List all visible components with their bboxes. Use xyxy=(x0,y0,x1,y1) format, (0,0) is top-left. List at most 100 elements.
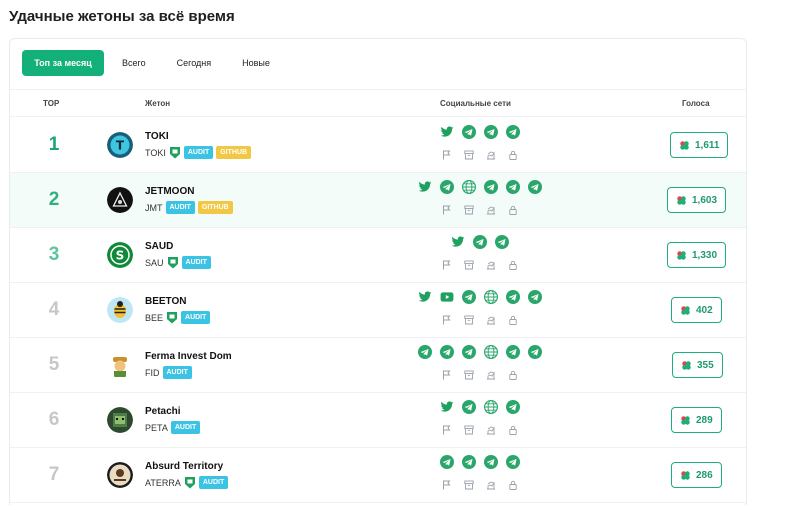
archive-icon[interactable] xyxy=(464,205,474,215)
telegram-icon[interactable] xyxy=(506,455,520,469)
archive-icon[interactable] xyxy=(464,480,474,490)
vote-button[interactable]: 1,330 xyxy=(667,242,727,268)
archive-icon[interactable] xyxy=(464,315,474,325)
archive-icon[interactable] xyxy=(464,425,474,435)
token-name[interactable]: Absurd Territory xyxy=(145,461,223,472)
lock-icon[interactable] xyxy=(508,425,518,435)
telegram-icon[interactable] xyxy=(418,345,432,359)
tab-top-month[interactable]: Топ за месяц xyxy=(22,50,104,76)
flag-icon[interactable] xyxy=(442,480,452,490)
globe-icon[interactable] xyxy=(484,345,498,359)
petachi-logo[interactable] xyxy=(107,407,133,433)
github-badge[interactable]: GITHUB xyxy=(216,146,252,159)
audit-badge[interactable]: AUDIT xyxy=(170,421,201,434)
token-name[interactable]: Petachi xyxy=(145,406,181,417)
globe-icon[interactable] xyxy=(462,180,476,194)
vote-button[interactable]: 1,603 xyxy=(667,187,727,213)
token-name[interactable]: JETMOON xyxy=(145,186,194,197)
saud-logo[interactable]: S xyxy=(107,242,133,268)
lock-icon[interactable] xyxy=(508,480,518,490)
archive-icon[interactable] xyxy=(464,370,474,380)
lock-icon[interactable] xyxy=(508,315,518,325)
telegram-icon[interactable] xyxy=(462,290,476,304)
telegram-icon[interactable] xyxy=(528,345,542,359)
telegram-icon[interactable] xyxy=(528,290,542,304)
flag-icon[interactable] xyxy=(442,150,452,160)
ferma-logo[interactable] xyxy=(107,352,133,378)
github-badge[interactable]: GITHUB xyxy=(197,201,233,214)
telegram-icon[interactable] xyxy=(462,345,476,359)
vote-button[interactable]: 286 xyxy=(671,462,722,488)
flag-icon[interactable] xyxy=(442,425,452,435)
chart-icon[interactable] xyxy=(486,425,496,435)
table-row[interactable]: 3 S SAUD SAU AUDIT 1,330 xyxy=(10,228,746,283)
twitter-icon[interactable] xyxy=(418,290,432,304)
telegram-icon[interactable] xyxy=(440,180,454,194)
lock-icon[interactable] xyxy=(508,150,518,160)
chart-icon[interactable] xyxy=(486,370,496,380)
token-name[interactable]: Ferma Invest Dom xyxy=(145,351,232,362)
telegram-icon[interactable] xyxy=(506,400,520,414)
telegram-icon[interactable] xyxy=(440,345,454,359)
globe-icon[interactable] xyxy=(484,400,498,414)
table-row[interactable]: 5 Ferma Invest Dom FID AUDIT 355 xyxy=(10,338,746,393)
archive-icon[interactable] xyxy=(464,260,474,270)
tab-today[interactable]: Сегодня xyxy=(164,50,225,76)
audit-badge[interactable]: AUDIT xyxy=(181,256,211,269)
audit-badge[interactable]: AUDIT xyxy=(183,146,214,159)
audit-badge[interactable]: AUDIT xyxy=(181,311,211,324)
twitter-icon[interactable] xyxy=(418,180,432,194)
twitter-icon[interactable] xyxy=(440,400,454,414)
jetmoon-logo[interactable] xyxy=(107,187,133,213)
archive-icon[interactable] xyxy=(464,150,474,160)
audit-badge[interactable]: AUDIT xyxy=(162,366,192,379)
flag-icon[interactable] xyxy=(442,205,452,215)
telegram-icon[interactable] xyxy=(506,125,520,139)
telegram-icon[interactable] xyxy=(440,455,454,469)
table-row[interactable]: 2 JETMOON JMT AUDIT GITHUB 1,603 xyxy=(10,173,746,228)
telegram-icon[interactable] xyxy=(462,455,476,469)
tab-all[interactable]: Всего xyxy=(109,50,159,76)
tab-new[interactable]: Новые xyxy=(229,50,283,76)
telegram-icon[interactable] xyxy=(506,180,520,194)
table-row[interactable]: 1 T TOKI TOKI AUDIT GITHUB 1,611 xyxy=(10,118,746,173)
telegram-icon[interactable] xyxy=(484,125,498,139)
flag-icon[interactable] xyxy=(442,370,452,380)
audit-badge[interactable]: AUDIT xyxy=(165,201,195,214)
beeton-logo[interactable] xyxy=(107,297,133,323)
chart-icon[interactable] xyxy=(486,150,496,160)
telegram-icon[interactable] xyxy=(484,455,498,469)
absurd-logo[interactable] xyxy=(107,462,133,488)
table-row[interactable]: 7 Absurd Territory ATERRA AUDIT 286 xyxy=(10,448,746,503)
lock-icon[interactable] xyxy=(508,260,518,270)
telegram-icon[interactable] xyxy=(495,235,509,249)
audit-badge[interactable]: AUDIT xyxy=(198,476,229,489)
toki-logo[interactable]: T xyxy=(107,132,133,158)
lock-icon[interactable] xyxy=(508,370,518,380)
vote-button[interactable]: 402 xyxy=(671,297,722,323)
telegram-icon[interactable] xyxy=(462,125,476,139)
vote-button[interactable]: 289 xyxy=(671,407,722,433)
chart-icon[interactable] xyxy=(486,205,496,215)
twitter-icon[interactable] xyxy=(440,125,454,139)
table-row[interactable]: 6 Petachi PETA AUDIT 289 xyxy=(10,393,746,448)
globe-icon[interactable] xyxy=(484,290,498,304)
telegram-icon[interactable] xyxy=(506,290,520,304)
chart-icon[interactable] xyxy=(486,315,496,325)
telegram-icon[interactable] xyxy=(484,180,498,194)
token-name[interactable]: BEETON xyxy=(145,296,187,307)
flag-icon[interactable] xyxy=(442,315,452,325)
telegram-icon[interactable] xyxy=(528,180,542,194)
token-name[interactable]: SAUD xyxy=(145,241,173,252)
telegram-icon[interactable] xyxy=(473,235,487,249)
vote-button[interactable]: 355 xyxy=(672,352,723,378)
lock-icon[interactable] xyxy=(508,205,518,215)
chart-icon[interactable] xyxy=(486,480,496,490)
table-row[interactable]: 4 BEETON BEE AUDIT 402 xyxy=(10,283,746,338)
flag-icon[interactable] xyxy=(442,260,452,270)
youtube-icon[interactable] xyxy=(440,290,454,304)
telegram-icon[interactable] xyxy=(506,345,520,359)
twitter-icon[interactable] xyxy=(451,235,465,249)
telegram-icon[interactable] xyxy=(462,400,476,414)
vote-button[interactable]: 1,611 xyxy=(670,132,729,158)
